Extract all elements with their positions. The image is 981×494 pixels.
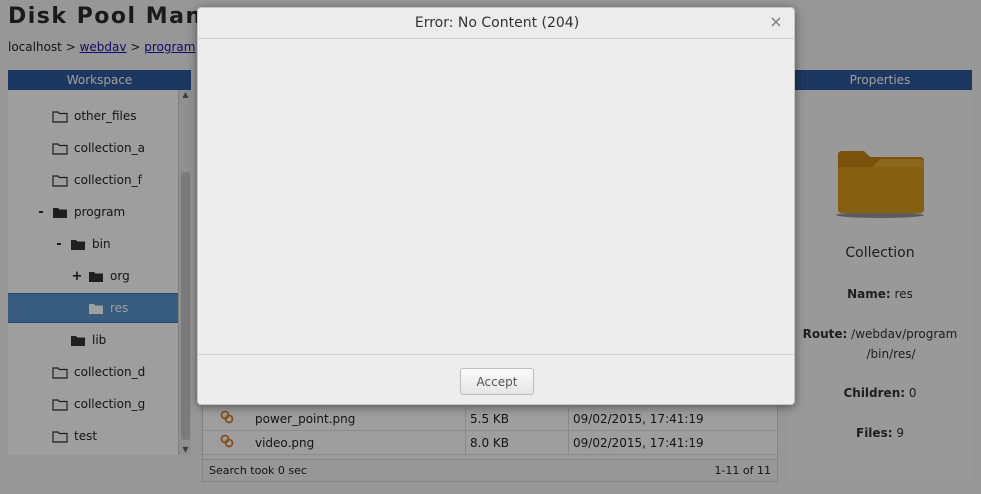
error-dialog: Error: No Content (204) × Accept <box>197 7 795 405</box>
close-icon[interactable]: × <box>768 14 784 30</box>
dialog-footer: Accept <box>198 354 794 404</box>
accept-button[interactable]: Accept <box>460 368 534 395</box>
dialog-title: Error: No Content (204) <box>198 8 794 39</box>
dialog-body <box>198 40 794 354</box>
